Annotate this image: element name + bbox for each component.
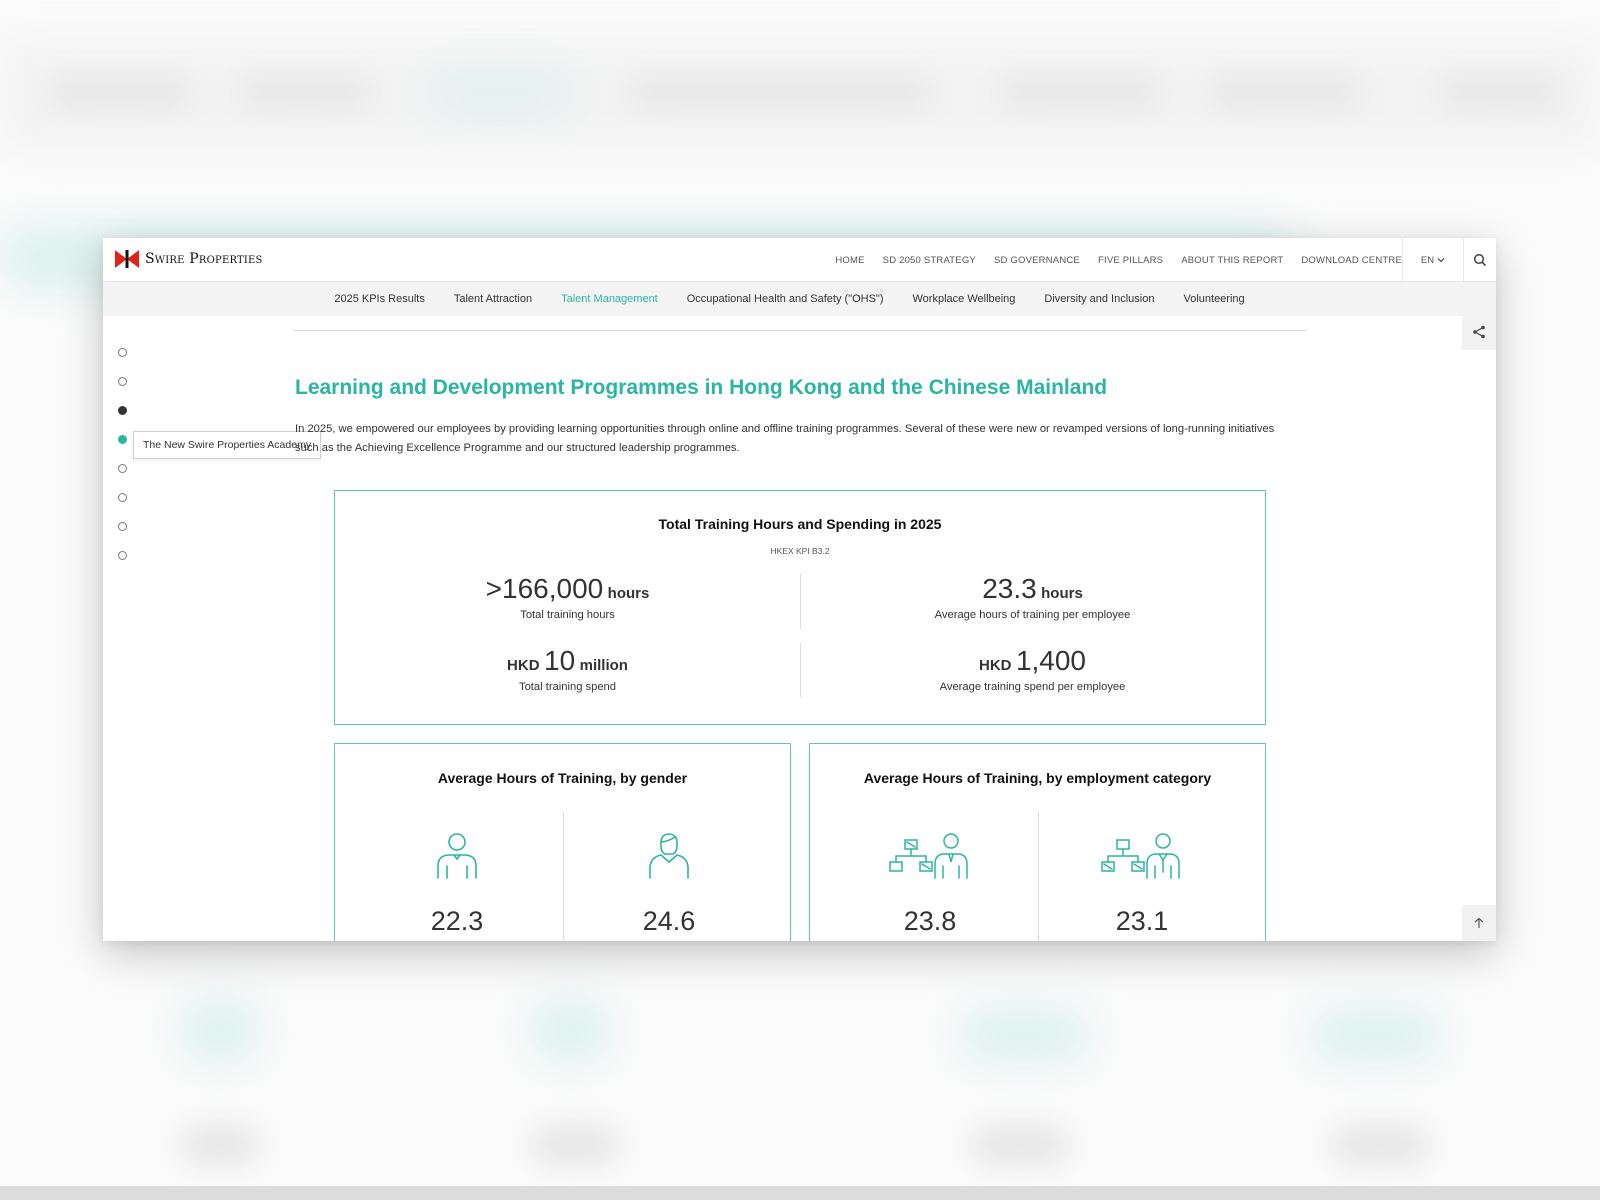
blurred-shape — [1210, 78, 1360, 108]
blurred-shape — [180, 1125, 260, 1165]
blurred-shape — [50, 78, 190, 108]
gender-value: 24.6 — [642, 906, 696, 936]
share-button[interactable] — [1462, 314, 1496, 350]
kpi-value: 1,400 — [1015, 645, 1087, 676]
category-card-title: Average Hours of Training, by employment… — [863, 770, 1212, 786]
training-by-category-card: Average Hours of Training, by employment… — [809, 743, 1266, 941]
tab-diversity-and-inclusion[interactable]: Diversity and Inclusion — [1044, 293, 1154, 305]
staff-org-chart-icon — [1101, 833, 1180, 879]
section-dot[interactable] — [118, 464, 127, 473]
nav-about-this-report[interactable]: ABOUT THIS REPORT — [1181, 255, 1283, 266]
share-icon — [1473, 325, 1485, 339]
section-dot[interactable] — [118, 522, 127, 531]
blurred-shape — [530, 1000, 610, 1060]
kpi-card-title: Total Training Hours and Spending in 202… — [658, 516, 942, 532]
nav-sd-governance[interactable]: SD GOVERNANCE — [994, 255, 1080, 266]
language-label: EN — [1420, 254, 1435, 266]
kpi-value: 23.3 — [982, 573, 1037, 604]
kpi-value: 166,000 — [502, 573, 604, 604]
category-value: 23.8 — [903, 906, 957, 936]
search-button[interactable] — [1464, 238, 1496, 282]
logo[interactable]: Swire Properties — [115, 250, 263, 268]
category-item-manager: 23.8 — [830, 832, 1030, 937]
nav-sd-2050-strategy[interactable]: SD 2050 STRATEGY — [883, 255, 976, 266]
kpi-label: Average training spend per employee — [939, 681, 1126, 693]
kpi-unit: hours — [607, 585, 650, 602]
gender-card-title: Average Hours of Training, by gender — [437, 770, 688, 786]
kpi-avg-hours: 23.3 hours Average hours of training per… — [800, 573, 1265, 621]
nav-download-centre[interactable]: DOWNLOAD CENTRE — [1301, 255, 1402, 266]
tab-talent-management[interactable]: Talent Management — [561, 293, 658, 305]
kpi-value: 10 — [544, 645, 576, 676]
kpi-card-subtitle: HKEX KPI B3.2 — [770, 546, 830, 556]
kpi-unit: hours — [1041, 585, 1083, 602]
tab-ohs[interactable]: Occupational Health and Safety ("OHS") — [687, 293, 884, 305]
section-dot[interactable] — [118, 493, 127, 502]
kpi-label: Average hours of training per employee — [934, 609, 1131, 621]
training-kpi-card: Total Training Hours and Spending in 202… — [334, 490, 1266, 725]
blurred-shape — [960, 1010, 1090, 1060]
kpi-label: Total training hours — [520, 609, 615, 621]
search-icon — [1473, 253, 1487, 267]
blurred-shape — [630, 78, 930, 108]
kpi-total-hours: >166,000 hours Total training hours — [335, 573, 800, 621]
kpi-currency: HKD — [978, 657, 1012, 674]
male-person-icon — [437, 833, 477, 879]
page-window: Swire Properties HOME SD 2050 STRATEGY S… — [103, 238, 1496, 941]
kpi-label: Total training spend — [518, 681, 617, 693]
kpi-unit: million — [579, 657, 628, 674]
logo-text: Swire Properties — [145, 251, 263, 267]
nav-home[interactable]: HOME — [835, 255, 864, 266]
female-person-icon — [649, 833, 689, 879]
tab-2025-kpis-results[interactable]: 2025 KPIs Results — [334, 293, 425, 305]
section-dot[interactable] — [118, 551, 127, 560]
section-dot[interactable] — [118, 348, 127, 357]
blurred-shape — [530, 1125, 620, 1165]
section-tooltip: The New Swire Properties Academy — [133, 431, 322, 459]
manager-org-chart-icon — [889, 833, 968, 879]
blurred-shape — [430, 78, 570, 108]
chevron-down-icon — [1437, 258, 1445, 263]
section-dot[interactable] — [118, 377, 127, 386]
training-by-gender-card: Average Hours of Training, by gender 22.… — [334, 743, 791, 941]
category-item-staff: 23.1 — [1042, 832, 1242, 937]
language-selector[interactable]: EN — [1402, 238, 1464, 282]
category-value: 23.1 — [1115, 906, 1169, 936]
gender-item-male: 22.3 — [357, 832, 557, 937]
kpi-avg-spend: HKD 1,400 Average training spend per emp… — [800, 645, 1265, 693]
tab-talent-attraction[interactable]: Talent Attraction — [454, 293, 532, 305]
gender-value: 22.3 — [430, 906, 484, 936]
kpi-currency: HKD — [507, 657, 540, 674]
section-dot-hovered[interactable] — [118, 435, 127, 444]
blurred-bottom-strip — [0, 1186, 1600, 1200]
top-header: Swire Properties HOME SD 2050 STRATEGY S… — [103, 238, 1496, 282]
category-divider — [1038, 812, 1039, 941]
page-title: Learning and Development Programmes in H… — [295, 376, 1108, 399]
blurred-shape — [240, 78, 370, 108]
back-to-top-button[interactable] — [1462, 905, 1496, 941]
blurred-shape — [1330, 1125, 1430, 1165]
nav-five-pillars[interactable]: FIVE PILLARS — [1098, 255, 1163, 266]
section-subnav: 2025 KPIs Results Talent Attraction Tale… — [103, 282, 1496, 316]
gender-divider — [563, 812, 564, 941]
kpi-prefix: > — [485, 573, 502, 604]
tab-workplace-wellbeing[interactable]: Workplace Wellbeing — [913, 293, 1016, 305]
tab-volunteering[interactable]: Volunteering — [1183, 293, 1244, 305]
section-dot-current[interactable] — [118, 406, 127, 415]
kpi-total-spend: HKD 10 million Total training spend — [335, 645, 800, 693]
blurred-shape — [1000, 78, 1160, 108]
main-nav: HOME SD 2050 STRATEGY SD GOVERNANCE FIVE… — [835, 238, 1402, 282]
gender-item-female: 24.6 — [569, 832, 769, 937]
blurred-shape — [180, 1000, 260, 1060]
section-divider — [294, 330, 1306, 331]
blurred-shape — [970, 1125, 1070, 1165]
blurred-shape — [1310, 1010, 1440, 1060]
intro-paragraph: In 2025, we empowered our employees by p… — [295, 423, 1275, 454]
arrow-up-icon — [1474, 917, 1484, 928]
swire-hourglass-logo-icon — [115, 250, 139, 268]
blurred-shape — [1440, 78, 1560, 108]
